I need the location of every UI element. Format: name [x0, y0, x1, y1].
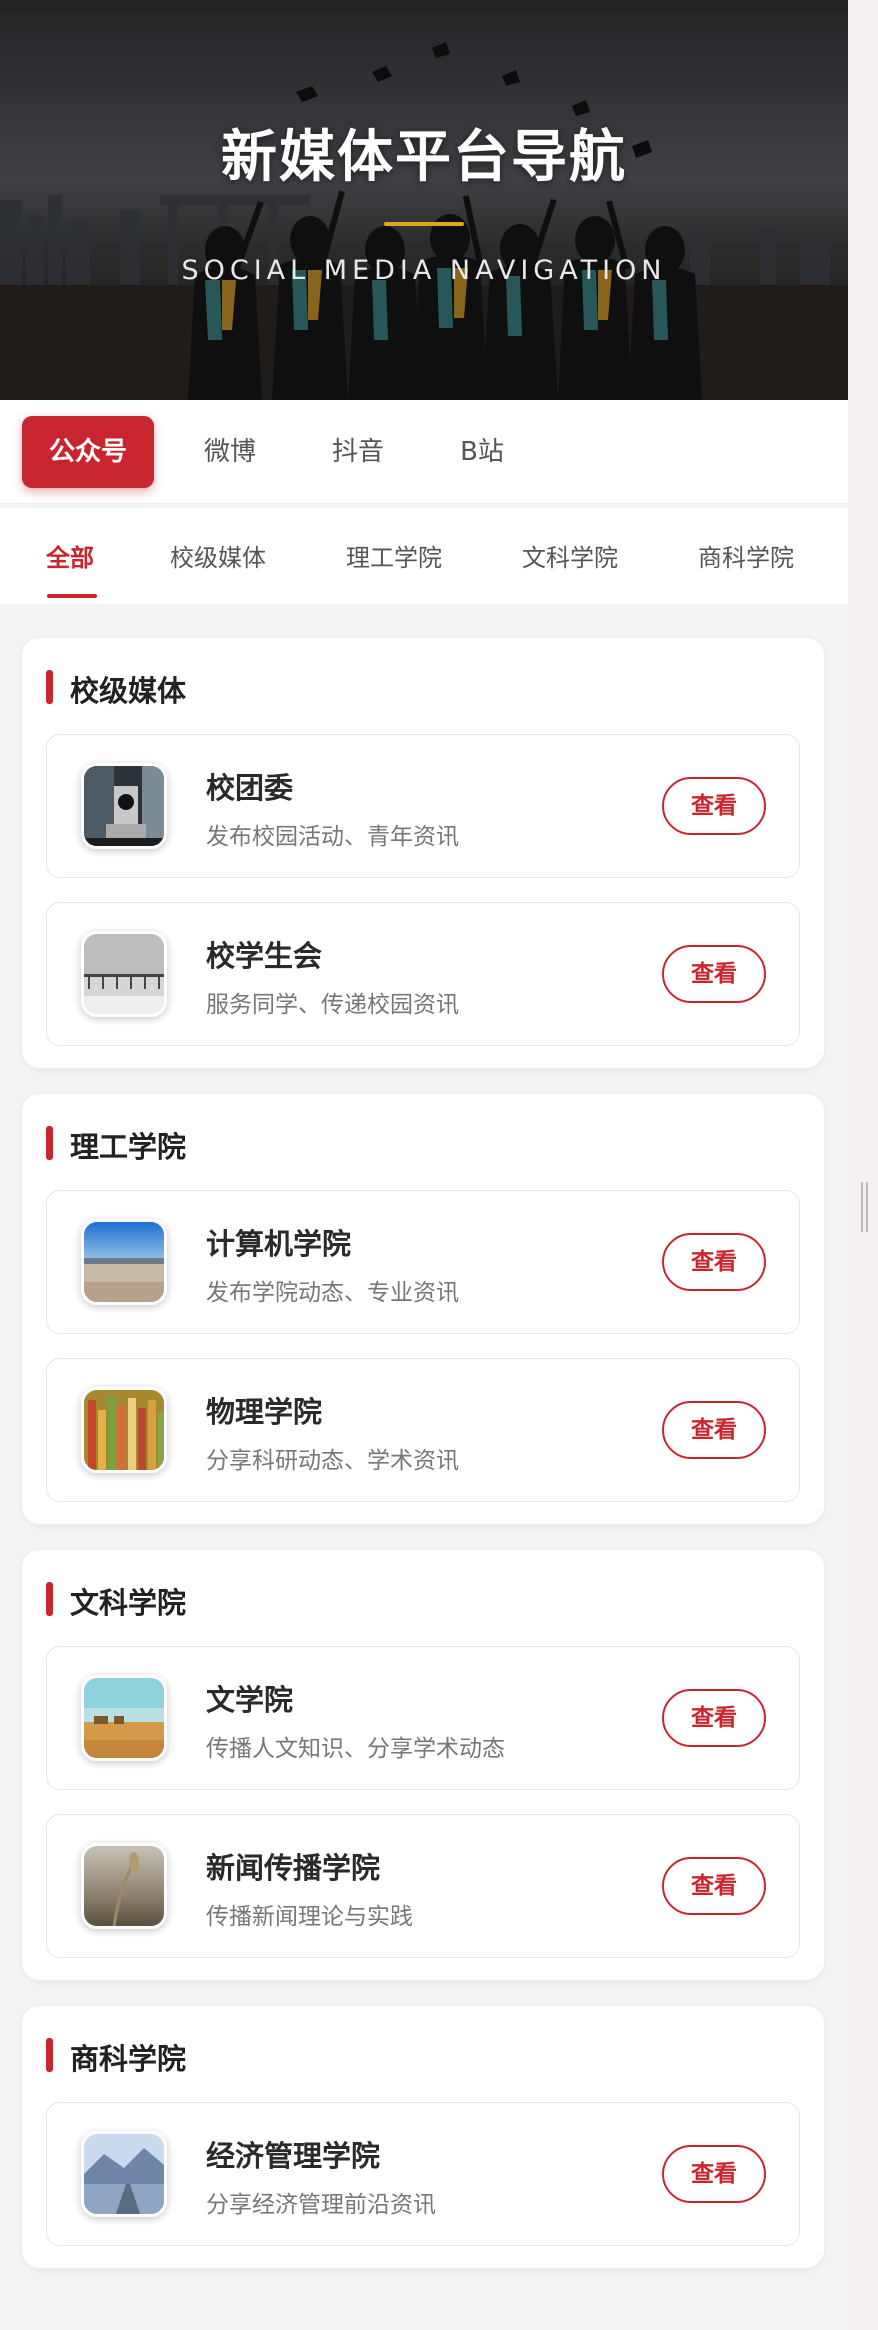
item-desc: 服务同学、传递校园资讯 [206, 992, 459, 1018]
item-name: 经济管理学院 [206, 2139, 381, 2173]
section-title: 理工学院 [70, 1130, 187, 1164]
item-thumbnail [81, 1675, 167, 1761]
section-title: 文科学院 [70, 1586, 187, 1620]
category-tab-business[interactable]: 商科学院 [698, 538, 794, 573]
category-tab-science[interactable]: 理工学院 [346, 538, 442, 573]
section-accent-bar [46, 1126, 53, 1160]
pier-photo [84, 934, 164, 1014]
item-thumbnail [81, 931, 167, 1017]
view-button[interactable]: 查看 [662, 777, 766, 835]
hero-divider [384, 222, 464, 226]
list-item[interactable]: 文学院 传播人文知识、分享学术动态 查看 [46, 1646, 800, 1790]
list-item[interactable]: 校团委 发布校园活动、青年资讯 查看 [46, 734, 800, 878]
category-tabs: 全部 校级媒体 理工学院 文科学院 商科学院 [0, 508, 848, 604]
list-item[interactable]: 物理学院 分享科研动态、学术资讯 查看 [46, 1358, 800, 1502]
item-name: 物理学院 [206, 1395, 323, 1429]
item-thumbnail [81, 1387, 167, 1473]
tab-bilibili[interactable]: B站 [430, 416, 534, 488]
resize-handle[interactable] [861, 1182, 868, 1232]
item-name: 文学院 [206, 1683, 294, 1717]
graduation-photo [0, 0, 848, 400]
item-desc: 分享科研动态、学术资讯 [206, 1448, 459, 1474]
item-thumbnail [81, 763, 167, 849]
list-item[interactable]: 经济管理学院 分享经济管理前沿资讯 查看 [46, 2102, 800, 2246]
item-name: 新闻传播学院 [206, 1851, 381, 1885]
view-button[interactable]: 查看 [662, 2145, 766, 2203]
item-desc: 分享经济管理前沿资讯 [206, 2192, 436, 2218]
boardwalk-photo [84, 2134, 164, 2214]
section-title: 校级媒体 [70, 674, 187, 708]
section-title: 商科学院 [70, 2042, 187, 2076]
view-button[interactable]: 查看 [662, 1689, 766, 1747]
item-name: 校团委 [206, 771, 294, 805]
item-thumbnail [81, 1843, 167, 1929]
category-tab-all[interactable]: 全部 [46, 538, 94, 573]
item-thumbnail [81, 1219, 167, 1305]
view-button[interactable]: 查看 [662, 1233, 766, 1291]
wheat-photo [84, 1846, 164, 1926]
microscope-photo [84, 766, 164, 846]
list-item[interactable]: 校学生会 服务同学、传递校园资讯 查看 [46, 902, 800, 1046]
section-science: 理工学院 计算机学院 发布学院动态、专业资讯 查看 物理学院 分享科研动态、学术… [22, 1094, 824, 1524]
section-accent-bar [46, 1582, 53, 1616]
list-item[interactable]: 计算机学院 发布学院动态、专业资讯 查看 [46, 1190, 800, 1334]
item-thumbnail [81, 2131, 167, 2217]
section-liberal-arts: 文科学院 文学院 传播人文知识、分享学术动态 查看 新闻传播学院 传播新闻理论与… [22, 1550, 824, 1980]
view-button[interactable]: 查看 [662, 945, 766, 1003]
view-button[interactable]: 查看 [662, 1857, 766, 1915]
category-tab-school-media[interactable]: 校级媒体 [170, 538, 266, 573]
section-school-media: 校级媒体 校团委 发布校园活动、青年资讯 查看 校学生会 服务同学、传递校园资讯… [22, 638, 824, 1068]
pencils-photo [84, 1390, 164, 1470]
item-desc: 发布学院动态、专业资讯 [206, 1280, 459, 1306]
item-name: 校学生会 [206, 939, 323, 973]
tab-wechat[interactable]: 公众号 [22, 416, 154, 488]
side-panel-edge [848, 0, 878, 2330]
list-item[interactable]: 新闻传播学院 传播新闻理论与实践 查看 [46, 1814, 800, 1958]
item-desc: 发布校园活动、青年资讯 [206, 824, 459, 850]
section-accent-bar [46, 670, 53, 704]
item-desc: 传播新闻理论与实践 [206, 1904, 413, 1930]
category-tab-liberal-arts[interactable]: 文科学院 [522, 538, 618, 573]
platform-tabs: 公众号 微博 抖音 B站 [0, 400, 848, 504]
tab-douyin[interactable]: 抖音 [306, 416, 410, 488]
active-tab-underline [47, 594, 97, 598]
page: 新媒体平台导航 SOCIAL MEDIA NAVIGATION 公众号 微博 抖… [0, 0, 848, 2330]
section-business: 商科学院 经济管理学院 分享经济管理前沿资讯 查看 [22, 2006, 824, 2268]
tab-weibo[interactable]: 微博 [178, 416, 282, 488]
item-name: 计算机学院 [206, 1227, 352, 1261]
hero-banner: 新媒体平台导航 SOCIAL MEDIA NAVIGATION [0, 0, 848, 400]
section-accent-bar [46, 2038, 53, 2072]
hero-title: 新媒体平台导航 [221, 125, 627, 190]
item-desc: 传播人文知识、分享学术动态 [206, 1736, 505, 1762]
hero-subtitle: SOCIAL MEDIA NAVIGATION [181, 255, 667, 286]
field-photo [84, 1678, 164, 1758]
beach-photo [84, 1222, 164, 1302]
view-button[interactable]: 查看 [662, 1401, 766, 1459]
